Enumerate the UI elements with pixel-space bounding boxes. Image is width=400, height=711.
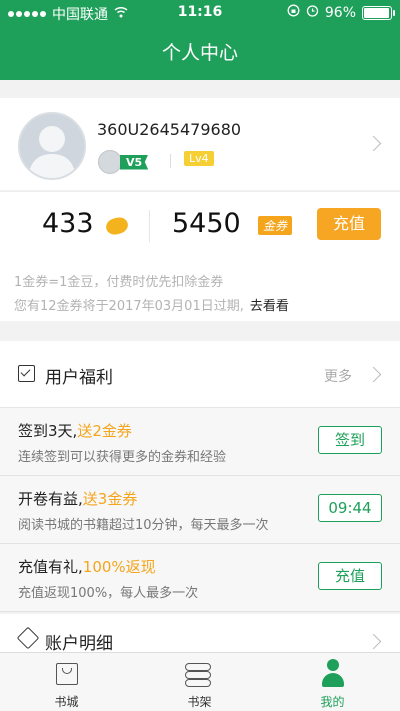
- balance-panel: 433 5450 金券 充值: [0, 191, 400, 258]
- shelf-icon: [185, 661, 211, 687]
- divider: [170, 154, 171, 168]
- vip-badge: V5: [98, 150, 149, 174]
- battery-icon: [362, 5, 395, 20]
- status-right: 96%: [287, 4, 395, 21]
- tab-label: 书架: [187, 695, 212, 709]
- view-link[interactable]: 去看看: [250, 299, 289, 314]
- chevron-right-icon: [365, 135, 382, 152]
- status-bar: 中国联通 11:16 96%: [0, 0, 400, 26]
- benefit-item-recharge: 充值有礼,100%返现 充值返现100%，每人最多一次 充值: [0, 544, 400, 612]
- gold-bean-icon: [104, 215, 130, 237]
- profile-card[interactable]: 360U2645479680 V5 Lv4: [0, 98, 400, 190]
- benefits-title: 用户福利: [45, 368, 113, 388]
- person-icon: [321, 659, 345, 689]
- benefit-title: 开卷有益,送3金券: [18, 490, 138, 508]
- tab-bar: 书城 书架 我的: [0, 652, 400, 711]
- user-level-badge: Lv4: [184, 151, 214, 166]
- page-title: 个人中心: [161, 42, 238, 64]
- benefit-desc: 阅读书城的书籍超过10分钟，每天最多一次: [18, 518, 269, 533]
- vip-level: V5: [120, 154, 149, 170]
- avatar[interactable]: [18, 112, 86, 180]
- checkin-button[interactable]: 签到: [318, 426, 382, 454]
- benefit-reward: 100%返现: [82, 558, 156, 576]
- benefit-item-reading: 开卷有益,送3金券 阅读书城的书籍超过10分钟，每天最多一次 09:44: [0, 476, 400, 544]
- tab-bookstore[interactable]: 书城: [0, 653, 133, 711]
- expiry-text: 您有12金券将于2017年03月01日过期,: [14, 299, 244, 314]
- tab-mine[interactable]: 我的: [266, 653, 399, 711]
- benefit-title: 充值有礼,100%返现: [18, 558, 156, 576]
- lock-rotation-icon: [287, 4, 300, 21]
- benefit-item-checkin: 签到3天,送2金券 连续签到可以获得更多的金券和经验 签到: [0, 408, 400, 476]
- bag-icon: [56, 663, 78, 685]
- tab-bookshelf[interactable]: 书架: [133, 653, 266, 711]
- bean-balance: 433: [42, 208, 94, 239]
- vip-medal-icon: [98, 150, 122, 174]
- exchange-rate-note: 1金券=1金豆，付费时优先扣除金券: [14, 275, 224, 290]
- checkbox-icon: [18, 365, 35, 382]
- coupon-badge: 金券: [258, 216, 293, 235]
- coupon-notes: 1金券=1金豆，付费时优先扣除金券 您有12金券将于2017年03月01日过期,…: [0, 257, 400, 321]
- reading-timer-button[interactable]: 09:44: [318, 494, 382, 522]
- battery-percent: 96%: [324, 4, 356, 21]
- username: 360U2645479680: [97, 120, 242, 139]
- recharge-button[interactable]: 充值: [317, 208, 381, 240]
- edit-icon: [16, 626, 40, 650]
- account-title: 账户明细: [45, 634, 113, 654]
- nav-bar: 个人中心: [0, 26, 400, 80]
- chevron-right-icon: [365, 633, 382, 650]
- benefit-reward: 送2金券: [77, 422, 132, 440]
- more-link[interactable]: 更多: [324, 366, 352, 386]
- coupon-balance: 5450: [172, 208, 241, 239]
- benefits-header[interactable]: 用户福利 更多: [0, 341, 400, 408]
- expiry-note: 您有12金券将于2017年03月01日过期, 去看看: [14, 295, 289, 314]
- benefit-title: 签到3天,送2金券: [18, 422, 132, 440]
- recharge-gift-button[interactable]: 充值: [318, 562, 382, 590]
- chevron-right-icon: [365, 366, 382, 383]
- tab-label: 我的: [320, 695, 345, 709]
- benefit-reward: 送3金券: [82, 490, 138, 508]
- alarm-icon: [306, 4, 319, 21]
- divider: [149, 210, 150, 242]
- benefit-desc: 连续签到可以获得更多的金券和经验: [18, 450, 227, 465]
- tab-label: 书城: [54, 695, 79, 709]
- benefit-desc: 充值返现100%，每人最多一次: [18, 586, 199, 601]
- account-details-row[interactable]: 账户明细: [0, 614, 400, 654]
